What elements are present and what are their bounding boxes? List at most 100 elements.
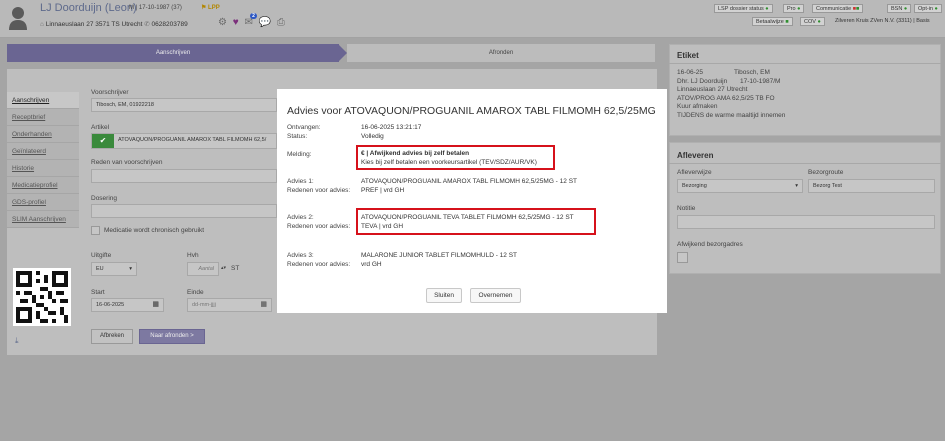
reden-input[interactable] bbox=[91, 169, 277, 183]
einde-date-placeholder: dd-mm-jjjj bbox=[192, 302, 216, 308]
status-label: Status: bbox=[287, 133, 308, 140]
bezorgroute-label: Bezorgroute bbox=[808, 169, 844, 176]
uitgifte-label: Uitgifte bbox=[91, 252, 112, 259]
ontvangen-value: 16-06-2025 13:21:17 bbox=[361, 124, 422, 131]
artikel-field[interactable]: ✔ ATOVAQUON/PROGUANIL AMAROX TABL FILMOM… bbox=[91, 133, 277, 149]
header-icon-bar: ⚙ ♥ ✉ 2 💬 ⎙ bbox=[218, 13, 288, 29]
naar-afronden-button[interactable]: Naar afronden > bbox=[139, 329, 205, 344]
nav-onderhanden[interactable]: Onderhanden bbox=[7, 126, 79, 143]
notitie-input[interactable] bbox=[677, 215, 935, 229]
chronisch-checkbox[interactable] bbox=[91, 226, 100, 235]
advies-2-reden-label: Redenen voor advies: bbox=[287, 223, 351, 230]
advies-2-label: Advies 2: bbox=[287, 214, 314, 221]
phone-icon: ✆ bbox=[144, 21, 152, 28]
hvh-label: Hvh bbox=[187, 252, 199, 259]
lpp-label: LPP bbox=[208, 5, 220, 11]
patient-name[interactable]: LJ Doorduijn (Leon) bbox=[40, 2, 137, 14]
hvh-input[interactable]: Aantal bbox=[187, 262, 219, 276]
avatar[interactable] bbox=[8, 6, 28, 32]
pro-badge[interactable]: Pro ● bbox=[783, 4, 805, 13]
lpp-icon: ⚑ bbox=[201, 5, 209, 11]
patient-contact: ⌂ Linnaeuslaan 27 3571 TS Utrecht ✆ 0628… bbox=[40, 20, 188, 28]
etiket-line: Kuur afmaken bbox=[677, 103, 718, 110]
step-afronden[interactable]: Afronden bbox=[347, 44, 655, 62]
uitgifte-select[interactable]: EU ▾ bbox=[91, 262, 137, 276]
einde-date-field[interactable]: dd-mm-jjjj ▦ bbox=[187, 298, 272, 312]
advies-3-label: Advies 3: bbox=[287, 252, 314, 259]
betaalwijze-badge[interactable]: Betaalwijze ■ bbox=[752, 17, 793, 26]
sluiten-button[interactable]: Sluiten bbox=[426, 288, 462, 303]
step-aanschrijven[interactable]: Aanschrijven bbox=[7, 44, 339, 62]
cov-badge[interactable]: COV ● bbox=[800, 17, 825, 26]
calendar-icon[interactable]: ▦ bbox=[260, 299, 267, 311]
heart-icon[interactable]: ♥ bbox=[233, 17, 239, 28]
qr-code bbox=[13, 268, 71, 326]
afleverwijze-select[interactable]: Bezorging ▾ bbox=[677, 179, 803, 193]
nav-receptbrief[interactable]: Receptbrief bbox=[7, 109, 79, 126]
patient-address: Linnaeuslaan 27 3571 TS Utrecht bbox=[45, 21, 143, 28]
chronisch-label: Medicatie wordt chronisch gebruikt bbox=[104, 227, 205, 234]
step-arrow bbox=[338, 44, 347, 62]
etiket-line: TIJDENS de warme maaltijd innemen bbox=[677, 111, 786, 119]
afleveren-title: Afleveren bbox=[677, 151, 714, 160]
settings-icon[interactable]: ⚙ bbox=[218, 17, 227, 28]
melding-text: Kies bij zelf betalen een voorkeursartik… bbox=[361, 159, 537, 166]
afbreken-button[interactable]: Afbreken bbox=[91, 329, 133, 344]
status-value: Volledig bbox=[361, 133, 384, 140]
start-date-field[interactable]: 16-06-2025 ▦ bbox=[91, 298, 164, 312]
bezorgroute-field[interactable]: Bezorg Test bbox=[808, 179, 935, 193]
reden-label: Reden van voorschrijven bbox=[91, 159, 163, 166]
melding-title: € | Afwijkend advies bij zelf betalen bbox=[361, 150, 470, 157]
hvh-stepper-icon[interactable]: ▴▾ bbox=[221, 265, 226, 271]
nav-gds-profiel[interactable]: GDS-profiel bbox=[7, 194, 79, 211]
bsn-badge[interactable]: BSN ● bbox=[887, 4, 912, 13]
uitgifte-value: EU bbox=[96, 266, 104, 272]
message-count-badge: 2 bbox=[250, 13, 257, 19]
nav-geinlateerd[interactable]: Geïnlateerd bbox=[7, 143, 79, 160]
advies-1-reden-label: Redenen voor advies: bbox=[287, 187, 351, 194]
advies-2-value: ATOVAQUON/PROGUANIL TEVA TABLET FILMOMH … bbox=[361, 214, 574, 221]
divider bbox=[669, 63, 941, 64]
etiket-line: ATOV/PROG AMA 62,5/25 TB FO bbox=[677, 94, 775, 102]
download-icon[interactable]: ⤓ bbox=[15, 336, 19, 346]
nav-medicatieprofiel[interactable]: Medicatieprofiel bbox=[7, 177, 79, 194]
start-date-value: 16-06-2025 bbox=[96, 302, 125, 308]
voorschrijver-field[interactable]: Tibosch, EM, 01922218 bbox=[91, 98, 277, 112]
chevron-down-icon: ▾ bbox=[795, 183, 798, 189]
nav-historie[interactable]: Historie bbox=[7, 160, 79, 177]
etiket-dob: 17-10-1987/M bbox=[740, 77, 781, 85]
overnemen-button[interactable]: Overnemen bbox=[470, 288, 521, 303]
advies-1-value: ATOVAQUON/PROGUANIL AMAROX TABL FILMOMH … bbox=[361, 178, 577, 185]
etiket-prescriber: Tibosch, EM bbox=[734, 69, 770, 76]
nav-slim-aanschrijven[interactable]: SLIM Aanschrijven bbox=[7, 211, 79, 228]
hvh-unit: ST bbox=[231, 265, 240, 272]
einde-label: Einde bbox=[187, 289, 204, 296]
chevron-down-icon: ▾ bbox=[129, 266, 132, 272]
afwijkend-checkbox[interactable] bbox=[677, 252, 688, 263]
lsp-status-badge[interactable]: LSP dossier status ● bbox=[714, 4, 773, 13]
side-nav: Aanschrijven Receptbrief Onderhanden Geï… bbox=[7, 92, 79, 228]
advies-2-reden: TEVA | vrd GH bbox=[361, 223, 404, 230]
chat-icon[interactable]: 💬 bbox=[259, 17, 271, 28]
advies-modal: Advies voor ATOVAQUON/PROGUANIL AMAROX T… bbox=[277, 89, 667, 313]
notitie-label: Notitie bbox=[677, 205, 696, 212]
patient-phone: 0628203789 bbox=[151, 21, 188, 28]
artikel-label: Artikel bbox=[91, 124, 110, 131]
modal-title: Advies voor ATOVAQUON/PROGUANIL AMAROX T… bbox=[287, 105, 656, 117]
advies-3-value: MALARONE JUNIOR TABLET FILMOMHULD - 12 S… bbox=[361, 252, 518, 259]
start-label: Start bbox=[91, 289, 105, 296]
afleverwijze-label: Afleverwijze bbox=[677, 169, 712, 176]
calendar-icon[interactable]: ▦ bbox=[152, 299, 159, 311]
nav-aanschrijven[interactable]: Aanschrijven bbox=[7, 92, 79, 109]
afleverwijze-value: Bezorging bbox=[682, 183, 707, 189]
artikel-value: ATOVAQUON/PROGUANIL AMAROX TABL FILMOMH … bbox=[118, 137, 267, 143]
check-icon: ✔ bbox=[92, 134, 114, 148]
advies-1-reden: PREF | vrd GH bbox=[361, 187, 405, 194]
advies-2-highlight bbox=[356, 208, 596, 235]
communicatie-badge[interactable]: Communicatie ■■ bbox=[812, 4, 864, 13]
messages-icon[interactable]: ✉ 2 bbox=[244, 13, 257, 28]
dosering-input[interactable] bbox=[91, 204, 277, 218]
print-icon[interactable]: ⎙ bbox=[277, 17, 285, 28]
melding-label: Melding: bbox=[287, 151, 312, 158]
optin-badge[interactable]: Opt-in ● bbox=[914, 4, 942, 13]
